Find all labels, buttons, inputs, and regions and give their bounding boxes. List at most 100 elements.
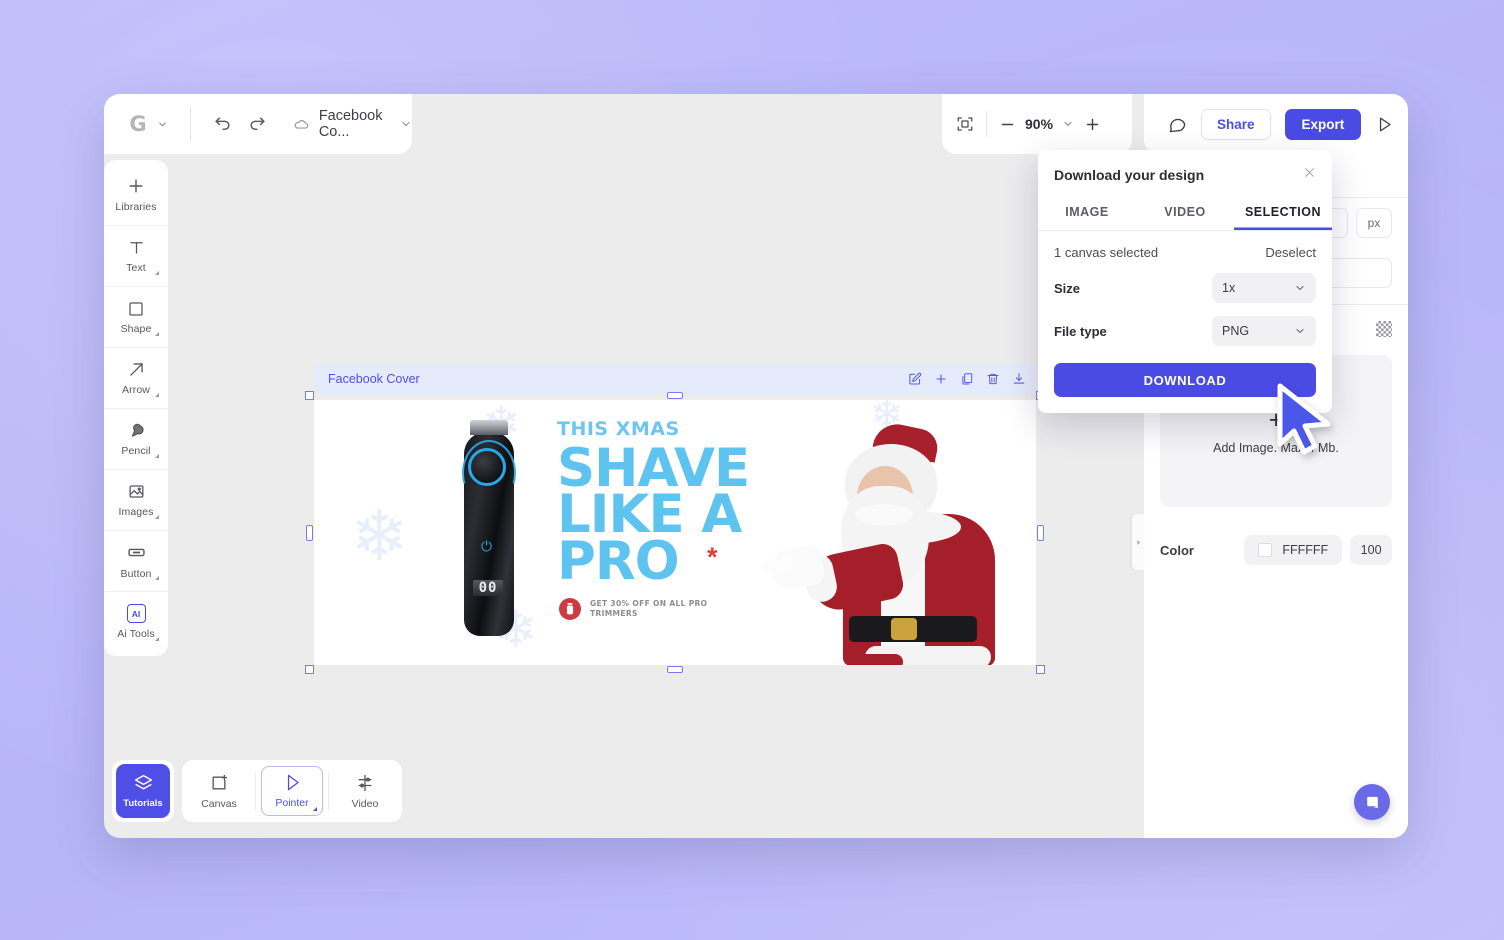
add-icon[interactable] [934,372,948,386]
sidebar-item-label: Pencil [121,445,151,457]
undo-icon[interactable] [213,115,232,134]
dock-item-canvas[interactable]: Canvas [188,766,250,816]
resize-handle-bottom-middle[interactable] [667,666,683,673]
tab-selection[interactable]: SELECTION [1234,195,1332,230]
canvas-title-label[interactable]: Facebook Cover [328,372,908,386]
resize-handle-top-middle[interactable] [667,392,683,399]
resize-handle-right-middle[interactable] [1037,524,1044,541]
expand-corner-icon[interactable] [155,515,159,519]
pencil-icon [127,421,146,440]
deselect-button[interactable]: Deselect [1265,245,1316,260]
square-icon [127,300,145,318]
comment-icon[interactable] [1168,115,1187,134]
expand-corner-icon[interactable] [155,454,159,458]
chevron-down-icon[interactable] [157,119,168,130]
dock-item-video[interactable]: Video [334,766,396,816]
artwork-line-3: PRO [557,530,680,592]
ai-icon: AI [126,604,146,623]
cloud-saved-icon [293,116,310,133]
filetype-select[interactable]: PNG [1212,316,1316,346]
sidebar-item-button[interactable]: Button [104,530,168,591]
tutorials-button[interactable]: Tutorials [116,764,170,818]
trimmer-display: 00 [473,580,503,596]
color-value-field[interactable]: FFFFFF [1244,535,1343,565]
expand-corner-icon[interactable] [313,807,317,811]
filetype-setting-label: File type [1054,323,1107,339]
image-icon [127,482,146,501]
sidebar-item-images[interactable]: Images [104,469,168,530]
arrow-up-right-icon [127,360,146,379]
download-icon[interactable] [1012,372,1026,386]
artwork-headline: THIS XMAS SHAVE LIKE A PRO [557,420,750,592]
play-present-icon[interactable] [1375,115,1394,134]
size-select[interactable]: 1x [1212,273,1316,303]
app-logo-menu[interactable]: G [104,112,168,136]
dock-item-label: Video [351,797,379,810]
sidebar-item-pencil[interactable]: Pencil [104,408,168,469]
redo-icon[interactable] [248,115,267,134]
chevron-down-icon[interactable] [1062,118,1074,130]
download-modal: Download your design IMAGE VIDEO SELECTI… [1038,150,1332,413]
expand-corner-icon[interactable] [155,271,159,275]
download-button[interactable]: DOWNLOAD [1054,363,1316,397]
resize-handle-top-left[interactable] [305,391,314,400]
tab-image[interactable]: IMAGE [1038,195,1136,230]
transparency-checker-icon[interactable] [1376,321,1392,337]
artwork-asterisk: * [707,542,718,572]
size-setting-row: Size 1x [1054,273,1316,303]
sidebar-item-text[interactable]: Text [104,225,168,286]
expand-corner-icon[interactable] [155,576,159,580]
resize-handle-bottom-left[interactable] [305,665,314,674]
trimmer-badge-icon [559,598,581,620]
canvas-header: Facebook Cover [314,364,1036,394]
tutorials-dock: Tutorials [112,760,174,822]
color-row: Color FFFFFF 100 [1144,525,1408,575]
filetype-setting-row: File type PNG [1054,316,1316,346]
export-button[interactable]: Export [1284,108,1362,140]
artwork-promo: GET 30% OFF ON ALL PRO TRIMMERS [559,598,720,620]
power-symbol-icon: ⏻ [480,538,493,554]
support-chat-button[interactable] [1354,784,1390,820]
tab-video[interactable]: VIDEO [1136,195,1234,230]
document-name-label: Facebook Co... [318,108,383,140]
resize-handle-bottom-right[interactable] [1036,665,1045,674]
size-setting-label: Size [1054,280,1081,296]
sidebar-item-label: Libraries [115,201,157,213]
selection-status-row: 1 canvas selected Deselect [1054,245,1316,260]
expand-corner-icon[interactable] [155,332,159,336]
add-image-label: Add Image. Max 4 Mb. [1213,440,1339,455]
panel-collapse-toggle[interactable] [1132,514,1144,570]
sidebar-item-libraries[interactable]: Libraries [104,164,168,225]
zoom-level-value[interactable]: 90% [1025,116,1053,132]
dock-item-pointer[interactable]: Pointer [261,766,323,816]
dock-divider [328,772,329,810]
sidebar-item-shape[interactable]: Shape [104,286,168,347]
document-name-menu[interactable]: Facebook Co... [293,108,412,140]
chevron-down-icon[interactable] [400,118,412,130]
color-hex-value: FFFFFF [1282,543,1329,557]
sidebar-item-arrow[interactable]: Arrow [104,347,168,408]
zoom-out-button[interactable] [999,116,1016,133]
zoom-in-button[interactable] [1084,116,1101,133]
close-icon[interactable] [1303,166,1316,183]
resize-handle-left-middle[interactable] [306,524,313,541]
delete-icon[interactable] [986,372,1000,386]
layers-icon [133,773,154,794]
edit-icon[interactable] [908,372,922,386]
fit-to-screen-icon[interactable] [956,115,974,133]
color-alpha-field[interactable]: 100 [1350,535,1392,565]
expand-corner-icon[interactable] [155,637,159,641]
intercom-chat-icon [1364,794,1381,811]
color-swatch[interactable] [1258,543,1273,557]
pointer-icon [283,773,302,792]
button-icon [126,542,147,563]
chevron-down-icon [1294,325,1306,337]
sidebar-item-label: Text [126,262,146,274]
sidebar-item-ai-tools[interactable]: AI Ai Tools [104,591,168,652]
design-artboard[interactable]: ❄ ❄ ❄ ❄ ❄ ⏻ 00 [314,400,1036,665]
share-button[interactable]: Share [1201,108,1271,140]
brand-logo-icon: G [129,111,147,136]
expand-corner-icon[interactable] [155,393,159,397]
duplicate-icon[interactable] [960,372,974,386]
download-modal-title: Download your design [1054,166,1205,183]
